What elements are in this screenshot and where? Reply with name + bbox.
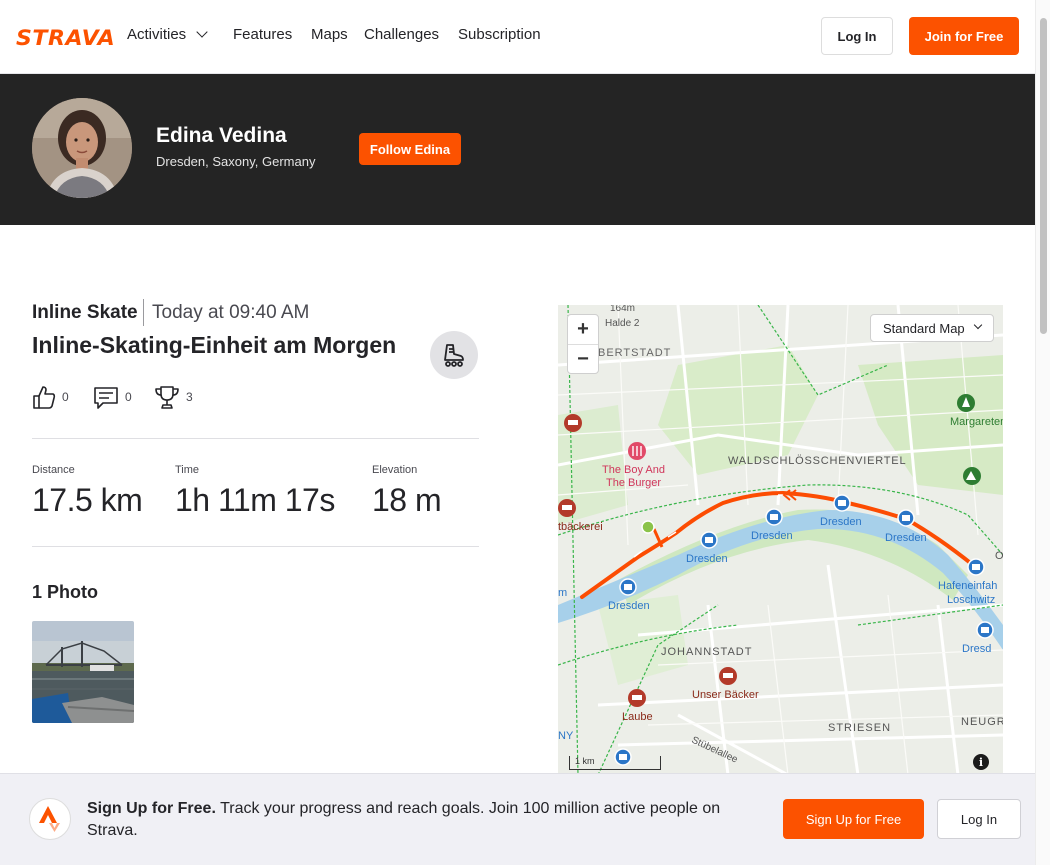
page: STRAVA Activities Features Maps Challeng… [0, 0, 1050, 865]
athlete-location: Dresden, Saxony, Germany [156, 154, 316, 169]
map-label: The Burger [606, 477, 661, 489]
nav-challenges[interactable]: Challenges [364, 26, 439, 43]
comment-icon [94, 387, 118, 409]
login-button[interactable]: Log In [937, 799, 1021, 839]
stat-distance-label: Distance [32, 464, 75, 476]
map-label: JOHANNSTADT [661, 646, 752, 658]
chevron-down-icon [973, 320, 982, 330]
nav-features[interactable]: Features [233, 26, 292, 43]
nav-activities[interactable]: Activities [127, 26, 208, 43]
follow-button[interactable]: Follow Edina [359, 133, 461, 165]
map-label: m [558, 587, 567, 599]
map-label: Dresd [962, 643, 991, 655]
divider [143, 299, 144, 326]
join-for-free-button[interactable]: Join for Free [909, 17, 1019, 55]
activity-title: Inline-Skating-Einheit am Morgen [32, 332, 397, 358]
map-label: WALDSCHLÖSSCHENVIERTEL [728, 455, 906, 467]
map-label: Hafeneinfah [938, 580, 997, 592]
signup-banner: Sign Up for Free. Track your progress an… [0, 773, 1035, 865]
map-label: The Boy And [602, 464, 665, 476]
scrollbar-thumb[interactable] [1040, 18, 1047, 334]
map-label: NEUGR [961, 716, 1003, 728]
map-style-label: Standard Map [883, 320, 965, 336]
map-scale: 1 km [569, 756, 661, 770]
map-label: Dresden [686, 553, 728, 565]
map-label: Dresden [885, 532, 927, 544]
park-marker[interactable] [957, 394, 975, 412]
athlete-banner: Edina Vedina Dresden, Saxony, Germany Fo… [0, 74, 1035, 225]
map-label: STRIESEN [828, 722, 891, 734]
stat-elevation-label: Elevation [372, 464, 418, 476]
strava-logo-icon [29, 798, 71, 840]
restaurant-marker[interactable] [628, 442, 646, 460]
inline-skate-icon [430, 331, 478, 379]
restaurant-marker[interactable] [628, 689, 646, 707]
nav-maps[interactable]: Maps [311, 26, 348, 43]
map-label: Halde 2 [605, 318, 640, 329]
divider [32, 438, 479, 439]
stat-time-value: 1h 11m 17s [175, 482, 335, 518]
signup-headline: Sign Up for Free. [87, 800, 216, 817]
activity-time: Today at 09:40 AM [152, 302, 310, 323]
map-label: O [995, 550, 1003, 562]
activity-type: Inline Skate [32, 302, 138, 323]
map-label: Unser Bäcker [692, 689, 759, 701]
map-label: NY [558, 730, 574, 742]
trophy-icon [155, 386, 179, 409]
park-marker[interactable] [963, 467, 981, 485]
strava-logo[interactable]: STRAVA [16, 26, 115, 50]
kudos-count: 0 [62, 390, 69, 404]
map-label: tbäckerei [558, 521, 603, 533]
comments-button[interactable]: 0 [93, 384, 132, 410]
stat-elevation-value: 18 m [372, 482, 442, 518]
avatar[interactable] [32, 98, 132, 198]
achievements-button[interactable]: 3 [154, 384, 193, 410]
kudos-button[interactable]: 0 [32, 384, 69, 410]
map-label: Dresden [608, 600, 650, 612]
info-icon[interactable]: i [973, 754, 989, 770]
map-label: Dresden [820, 516, 862, 528]
nav-subscription[interactable]: Subscription [458, 26, 541, 43]
thumbs-up-icon [33, 386, 56, 409]
map-label: 164m [610, 305, 635, 314]
nav-activities-label: Activities [127, 26, 187, 43]
restaurant-marker[interactable] [719, 667, 737, 685]
restaurant-marker[interactable] [564, 414, 582, 432]
chevron-down-icon [196, 26, 208, 38]
map-label: Loschwitz [947, 594, 995, 606]
photo-thumbnail[interactable] [32, 621, 134, 723]
map-label: BERTSTADT [598, 347, 671, 359]
athlete-name[interactable]: Edina Vedina [156, 124, 287, 148]
top-navigation: STRAVA Activities Features Maps Challeng… [0, 0, 1035, 74]
zoom-in-button[interactable]: + [568, 315, 598, 344]
stat-distance-value: 17.5 km [32, 482, 143, 518]
sign-up-button[interactable]: Sign Up for Free [783, 799, 924, 839]
scrollbar[interactable] [1035, 0, 1050, 865]
login-button[interactable]: Log In [821, 17, 893, 55]
map-label: Margaretenpar [950, 416, 1003, 428]
achievements-count: 3 [186, 390, 193, 404]
photos-title: 1 Photo [32, 582, 98, 602]
map-label: Laube [622, 711, 653, 723]
zoom-out-button[interactable]: − [568, 344, 598, 373]
activity-map[interactable]: 164m Halde 2 BERTSTADT The Boy And The B… [558, 305, 1003, 775]
stat-time-label: Time [175, 464, 200, 476]
map-label: Dresden [751, 530, 793, 542]
restaurant-marker[interactable] [558, 499, 576, 517]
zoom-controls: + − [567, 314, 599, 374]
comments-count: 0 [125, 390, 132, 404]
signup-message: Sign Up for Free. Track your progress an… [87, 798, 757, 842]
map-style-dropdown[interactable]: Standard Map [870, 314, 994, 342]
divider [32, 546, 479, 547]
